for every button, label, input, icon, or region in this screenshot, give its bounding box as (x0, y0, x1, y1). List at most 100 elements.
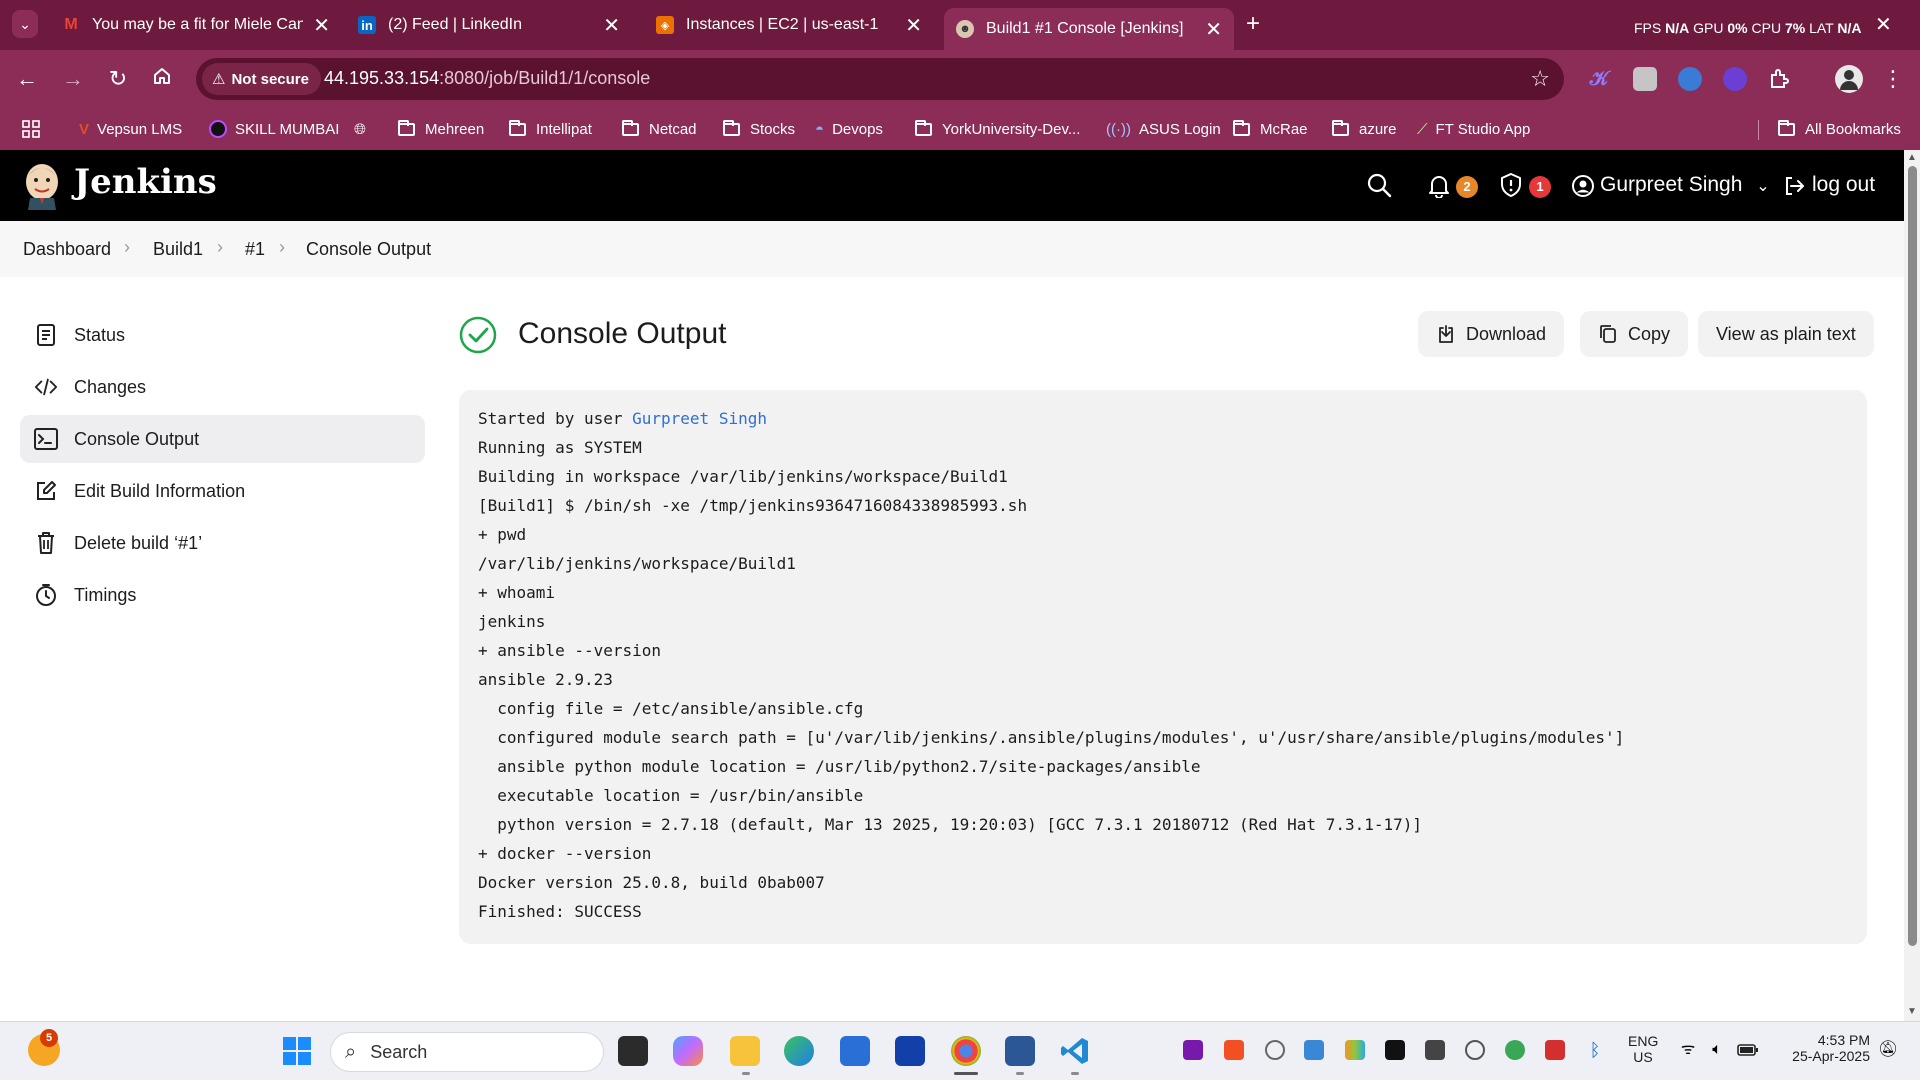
onenote-icon[interactable] (1183, 1040, 1203, 1060)
home-icon[interactable] (147, 64, 177, 94)
bookmark-folder-netcad[interactable]: Netcad (622, 116, 697, 142)
remote-app-icon[interactable] (1385, 1040, 1405, 1060)
bookmark-devops[interactable]: ◓ Devops (815, 116, 883, 142)
bookmark-asus-login[interactable]: ((·)) ASUS Login (1106, 116, 1221, 142)
notification-center-icon[interactable]: 🔕︎ (1878, 1040, 1898, 1060)
vscode-icon[interactable] (1060, 1036, 1090, 1066)
sidebar-item-delete-build[interactable]: Delete build ‘#1’ (20, 519, 425, 567)
user-menu[interactable]: Gurpreet Singh ⌄ (1600, 173, 1770, 197)
extensions-puzzle-icon[interactable] (1768, 67, 1792, 91)
sidebar-item-console-output[interactable]: Console Output (20, 415, 425, 463)
system-clock[interactable]: 4:53 PM 25-Apr-2025 (1774, 1032, 1870, 1064)
copy-button[interactable]: Copy (1580, 311, 1689, 357)
chart-app-icon[interactable] (1345, 1040, 1365, 1060)
logout-link[interactable]: log out (1812, 173, 1875, 197)
bookmark-folder-azure[interactable]: azure (1332, 116, 1397, 142)
volume-icon[interactable]: 🔈︎ (1707, 1040, 1727, 1060)
word-icon[interactable] (1005, 1036, 1035, 1066)
tab-jenkins-console[interactable]: ☻ Build1 #1 Console [Jenkins] ✕ (944, 8, 1234, 50)
download-button[interactable]: Download (1418, 311, 1565, 357)
close-tab-icon[interactable]: ✕ (313, 13, 330, 38)
bookmark-globe[interactable]: 🌐︎ (354, 116, 374, 142)
podcast-icon[interactable] (1265, 1040, 1285, 1060)
battery-icon[interactable] (1737, 1040, 1758, 1060)
breadcrumb-build-number[interactable]: #1 (245, 239, 265, 260)
scroll-down-icon[interactable]: ▼ (1907, 1006, 1917, 1017)
printer-icon[interactable] (1425, 1040, 1445, 1060)
bookmark-folder-stocks[interactable]: Stocks (723, 116, 795, 142)
copilot-icon[interactable] (673, 1036, 703, 1066)
page-scrollbar[interactable]: ▲ ▼ (1904, 150, 1920, 1021)
bluetooth-icon[interactable]: ᛒ (1585, 1040, 1605, 1060)
close-tab-icon[interactable]: ✕ (603, 13, 620, 38)
store-icon[interactable] (840, 1036, 870, 1066)
taskbar-search-box[interactable]: ⌕ Search (330, 1032, 604, 1072)
sidebar-item-changes[interactable]: Changes (20, 363, 425, 411)
sidebar-item-label: Delete build ‘#1’ (74, 532, 203, 553)
sidebar-item-timings[interactable]: Timings (20, 571, 425, 619)
scrollbar-thumb[interactable] (1908, 166, 1917, 946)
breadcrumb-dashboard[interactable]: Dashboard (23, 239, 111, 260)
logout-icon[interactable] (1782, 174, 1806, 198)
file-explorer-icon[interactable] (730, 1036, 760, 1066)
bookmark-star-icon[interactable]: ☆ (1530, 66, 1550, 92)
extension-compass-icon[interactable] (1723, 67, 1747, 91)
tab-gmail[interactable]: M You may be a fit for Miele Cana ✕ (50, 8, 342, 42)
edge-icon[interactable] (784, 1036, 814, 1066)
user-avatar-icon[interactable] (1571, 174, 1595, 198)
bookmark-skill-mumbai[interactable]: SKILL MUMBAI (209, 116, 339, 142)
task-view-icon[interactable] (618, 1036, 648, 1066)
bookmark-vepsun[interactable]: V Vepsun LMS (79, 116, 182, 142)
aws-icon: ◈ (656, 16, 674, 34)
tab-search-button[interactable]: ⌄ (12, 10, 38, 38)
bookmark-folder-york[interactable]: YorkUniversity-Dev... (915, 116, 1080, 142)
close-tab-icon[interactable]: ✕ (1205, 17, 1222, 42)
extension-shield-icon[interactable] (1678, 67, 1702, 91)
bookmark-ft-studio[interactable]: ⟋ FT Studio App (1417, 116, 1530, 142)
reload-icon[interactable]: ↻ (103, 64, 133, 94)
extension-k-icon[interactable]: 𝒦 (1587, 67, 1611, 91)
globe-app-icon[interactable] (1505, 1040, 1525, 1060)
bookmark-folder-mcrae[interactable]: McRae (1233, 116, 1308, 142)
notifications-bell-icon[interactable] (1426, 172, 1452, 198)
view-plain-text-button[interactable]: View as plain text (1698, 311, 1874, 357)
close-window-icon[interactable]: ✕ (1875, 12, 1892, 37)
url-text[interactable]: 44.195.33.154:8080/job/Build1/1/console (324, 68, 650, 89)
search-icon[interactable] (1366, 172, 1392, 198)
jenkins-brand[interactable]: Jenkins (74, 162, 217, 202)
extension-r-icon[interactable] (1633, 67, 1657, 91)
wifi-icon[interactable]: ᯤ (1678, 1040, 1698, 1060)
whiteboard-icon[interactable] (895, 1036, 925, 1066)
security-shield-icon[interactable] (1498, 172, 1524, 198)
apps-grid-icon[interactable] (22, 116, 40, 142)
breadcrumb-build1[interactable]: Build1 (153, 239, 203, 260)
new-tab-button[interactable]: + (1246, 10, 1260, 38)
chrome-icon[interactable] (951, 1036, 981, 1066)
started-by-user-link[interactable]: Gurpreet Singh (632, 409, 767, 428)
tab-linkedin[interactable]: in (2) Feed | LinkedIn ✕ (346, 8, 632, 42)
bookmark-label: Mehreen (425, 120, 485, 138)
office-app-icon[interactable] (1224, 1040, 1244, 1060)
close-tab-icon[interactable]: ✕ (905, 13, 922, 38)
scroll-up-icon[interactable]: ▲ (1907, 152, 1917, 163)
bookmark-folder-mehreen[interactable]: Mehreen (398, 116, 484, 142)
security-app-icon[interactable] (1545, 1040, 1565, 1060)
forward-icon[interactable]: → (58, 64, 88, 94)
cloud-sync-icon[interactable] (1304, 1040, 1324, 1060)
breadcrumb-console-output[interactable]: Console Output (306, 239, 431, 260)
language-indicator[interactable]: ENG US (1628, 1033, 1658, 1065)
all-bookmarks-button[interactable]: All Bookmarks (1778, 116, 1901, 142)
bookmark-folder-intellipat[interactable]: Intellipat (509, 116, 592, 142)
profile-avatar[interactable] (1835, 65, 1863, 93)
sidebar-item-status[interactable]: Status (20, 311, 425, 359)
back-icon[interactable]: ← (12, 64, 42, 94)
tab-aws-ec2[interactable]: ◈ Instances | EC2 | us-east-1 ✕ (644, 8, 934, 42)
browser-menu-icon[interactable]: ⋮ (1878, 64, 1908, 94)
onedrive-icon[interactable] (1465, 1040, 1485, 1060)
address-bar[interactable]: ⚠ Not secure 44.195.33.154:8080/job/Buil… (196, 58, 1564, 100)
security-indicator[interactable]: ⚠ Not secure (202, 63, 321, 95)
windows-start-icon[interactable] (282, 1036, 312, 1066)
bookmark-label: ASUS Login (1138, 120, 1221, 138)
jenkins-logo[interactable] (22, 162, 62, 210)
sidebar-item-edit-build-information[interactable]: Edit Build Information (20, 467, 425, 515)
